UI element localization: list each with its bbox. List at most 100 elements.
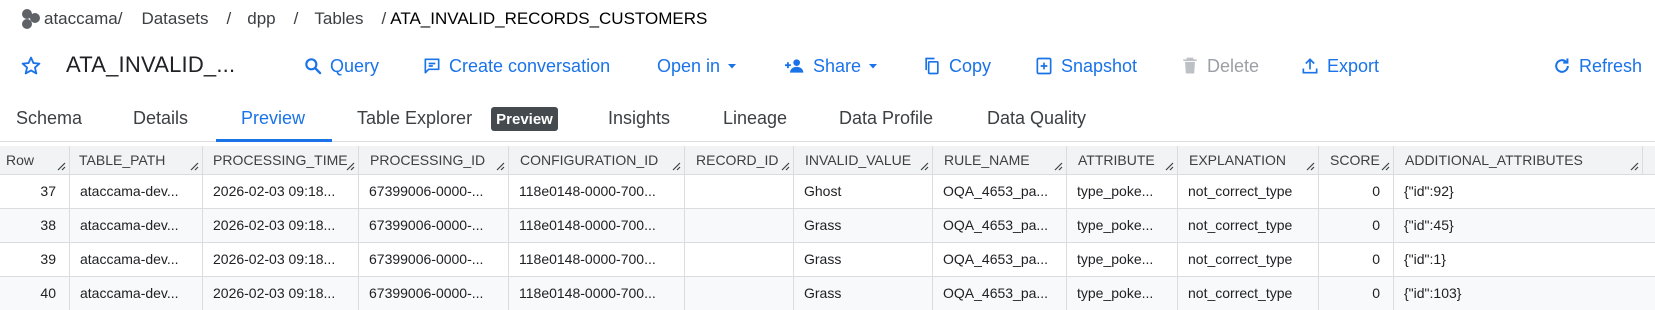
- tab-details[interactable]: Details: [133, 108, 188, 129]
- create-conversation-button[interactable]: Create conversation: [422, 54, 610, 78]
- additional-attributes-cell[interactable]: {"id":92}: [1394, 175, 1655, 209]
- snapshot-button[interactable]: Snapshot: [1034, 54, 1137, 78]
- invalid-value-cell[interactable]: Grass: [794, 209, 933, 243]
- explanation-cell[interactable]: not_correct_type: [1178, 209, 1319, 243]
- resize-grip-icon[interactable]: [672, 162, 681, 171]
- tab-insights[interactable]: Insights: [608, 108, 670, 129]
- tab-preview[interactable]: Preview: [241, 108, 305, 129]
- rule-name-cell[interactable]: OQA_4653_pa...: [933, 243, 1067, 277]
- tab-lineage[interactable]: Lineage: [723, 108, 787, 129]
- invalid-value-cell[interactable]: Ghost: [794, 175, 933, 209]
- column-header-table-path[interactable]: TABLE_PATH: [70, 146, 203, 175]
- resize-grip-icon[interactable]: [781, 162, 790, 171]
- record-id-cell[interactable]: [685, 175, 794, 209]
- breadcrumb-current: ATA_INVALID_RECORDS_CUSTOMERS: [390, 9, 708, 28]
- record-id-cell[interactable]: [685, 277, 794, 310]
- invalid-value-cell[interactable]: Grass: [794, 277, 933, 310]
- configuration-id-cell[interactable]: 118e0148-0000-700...: [509, 243, 685, 277]
- breadcrumb-datasets-link[interactable]: Datasets: [141, 9, 208, 29]
- table-row[interactable]: 37 ataccama-dev... 2026-02-03 09:18... 6…: [0, 175, 1655, 209]
- table-path-cell[interactable]: ataccama-dev...: [70, 209, 203, 243]
- column-header-processing-time[interactable]: PROCESSING_TIME: [203, 146, 359, 175]
- rule-name-cell[interactable]: OQA_4653_pa...: [933, 209, 1067, 243]
- table-title: ATA_INVALID_...: [66, 52, 236, 77]
- processing-time-cell[interactable]: 2026-02-03 09:18...: [203, 243, 359, 277]
- export-button[interactable]: Export: [1300, 54, 1379, 78]
- column-header-attribute[interactable]: ATTRIBUTE: [1067, 146, 1178, 175]
- resize-grip-icon[interactable]: [920, 162, 929, 171]
- refresh-button[interactable]: Refresh: [1552, 54, 1642, 78]
- processing-time-cell[interactable]: 2026-02-03 09:18...: [203, 209, 359, 243]
- configuration-id-cell[interactable]: 118e0148-0000-700...: [509, 277, 685, 310]
- score-cell[interactable]: 0: [1319, 277, 1394, 310]
- refresh-icon: [1555, 58, 1569, 73]
- ataccama-logo-icon: [22, 9, 40, 29]
- query-button[interactable]: Query: [303, 54, 379, 78]
- column-header-additional-attributes[interactable]: ADDITIONAL_ATTRIBUTES: [1394, 146, 1643, 175]
- table-header-row: Row TABLE_PATH PROCESSING_TIME PROCESSIN…: [0, 146, 1655, 175]
- copy-button[interactable]: Copy: [922, 54, 991, 78]
- column-header-score[interactable]: SCORE: [1319, 146, 1394, 175]
- column-header-rule-name[interactable]: RULE_NAME: [933, 146, 1067, 175]
- attribute-cell[interactable]: type_poke...: [1067, 243, 1178, 277]
- table-path-cell[interactable]: ataccama-dev...: [70, 243, 203, 277]
- additional-attributes-cell[interactable]: {"id":1}: [1394, 243, 1655, 277]
- processing-id-cell[interactable]: 67399006-0000-...: [359, 277, 509, 310]
- delete-button[interactable]: Delete: [1180, 54, 1259, 78]
- explanation-cell[interactable]: not_correct_type: [1178, 243, 1319, 277]
- breadcrumb-brand-link[interactable]: ataccama: [44, 9, 118, 29]
- column-header-row[interactable]: Row: [0, 146, 70, 175]
- share-button[interactable]: Share: [784, 54, 878, 78]
- processing-time-cell[interactable]: 2026-02-03 09:18...: [203, 175, 359, 209]
- configuration-id-cell[interactable]: 118e0148-0000-700...: [509, 175, 685, 209]
- resize-grip-icon[interactable]: [1381, 162, 1390, 171]
- tab-data-profile[interactable]: Data Profile: [839, 108, 933, 129]
- additional-attributes-cell[interactable]: {"id":45}: [1394, 209, 1655, 243]
- resize-grip-icon[interactable]: [57, 162, 66, 171]
- resize-grip-icon[interactable]: [190, 162, 199, 171]
- table-path-cell[interactable]: ataccama-dev...: [70, 175, 203, 209]
- column-header-explanation[interactable]: EXPLANATION: [1178, 146, 1319, 175]
- rule-name-cell[interactable]: OQA_4653_pa...: [933, 175, 1067, 209]
- processing-id-cell[interactable]: 67399006-0000-...: [359, 243, 509, 277]
- resize-grip-icon[interactable]: [1306, 162, 1315, 171]
- row-number-cell: 40: [0, 277, 70, 310]
- star-icon[interactable]: [20, 55, 42, 77]
- resize-grip-icon[interactable]: [496, 162, 505, 171]
- table-row[interactable]: 39 ataccama-dev... 2026-02-03 09:18... 6…: [0, 243, 1655, 277]
- score-cell[interactable]: 0: [1319, 243, 1394, 277]
- configuration-id-cell[interactable]: 118e0148-0000-700...: [509, 209, 685, 243]
- column-header-invalid-value[interactable]: INVALID_VALUE: [794, 146, 933, 175]
- tab-schema[interactable]: Schema: [16, 108, 82, 129]
- tab-table-explorer[interactable]: Table Explorer: [357, 108, 472, 129]
- breadcrumb-tables-link[interactable]: Tables: [314, 9, 363, 29]
- additional-attributes-cell[interactable]: {"id":103}: [1394, 277, 1655, 310]
- column-header-processing-id[interactable]: PROCESSING_ID: [359, 146, 509, 175]
- explanation-cell[interactable]: not_correct_type: [1178, 175, 1319, 209]
- column-header-record-id[interactable]: RECORD_ID: [685, 146, 794, 175]
- table-row[interactable]: 40 ataccama-dev... 2026-02-03 09:18... 6…: [0, 277, 1655, 310]
- record-id-cell[interactable]: [685, 209, 794, 243]
- rule-name-cell[interactable]: OQA_4653_pa...: [933, 277, 1067, 310]
- table-path-cell[interactable]: ataccama-dev...: [70, 277, 203, 310]
- resize-grip-icon[interactable]: [1054, 162, 1063, 171]
- resize-grip-icon[interactable]: [1165, 162, 1174, 171]
- open-in-button[interactable]: Open in: [657, 54, 737, 78]
- score-cell[interactable]: 0: [1319, 209, 1394, 243]
- attribute-cell[interactable]: type_poke...: [1067, 175, 1178, 209]
- tab-data-quality[interactable]: Data Quality: [987, 108, 1086, 129]
- processing-time-cell[interactable]: 2026-02-03 09:18...: [203, 277, 359, 310]
- score-cell[interactable]: 0: [1319, 175, 1394, 209]
- invalid-value-cell[interactable]: Grass: [794, 243, 933, 277]
- resize-grip-icon[interactable]: [1630, 162, 1639, 171]
- processing-id-cell[interactable]: 67399006-0000-...: [359, 175, 509, 209]
- attribute-cell[interactable]: type_poke...: [1067, 277, 1178, 310]
- record-id-cell[interactable]: [685, 243, 794, 277]
- explanation-cell[interactable]: not_correct_type: [1178, 277, 1319, 310]
- column-header-configuration-id[interactable]: CONFIGURATION_ID: [509, 146, 685, 175]
- resize-grip-icon[interactable]: [346, 162, 355, 171]
- attribute-cell[interactable]: type_poke...: [1067, 209, 1178, 243]
- table-row[interactable]: 38 ataccama-dev... 2026-02-03 09:18... 6…: [0, 209, 1655, 243]
- processing-id-cell[interactable]: 67399006-0000-...: [359, 209, 509, 243]
- breadcrumb-dpp-link[interactable]: dpp: [247, 9, 275, 29]
